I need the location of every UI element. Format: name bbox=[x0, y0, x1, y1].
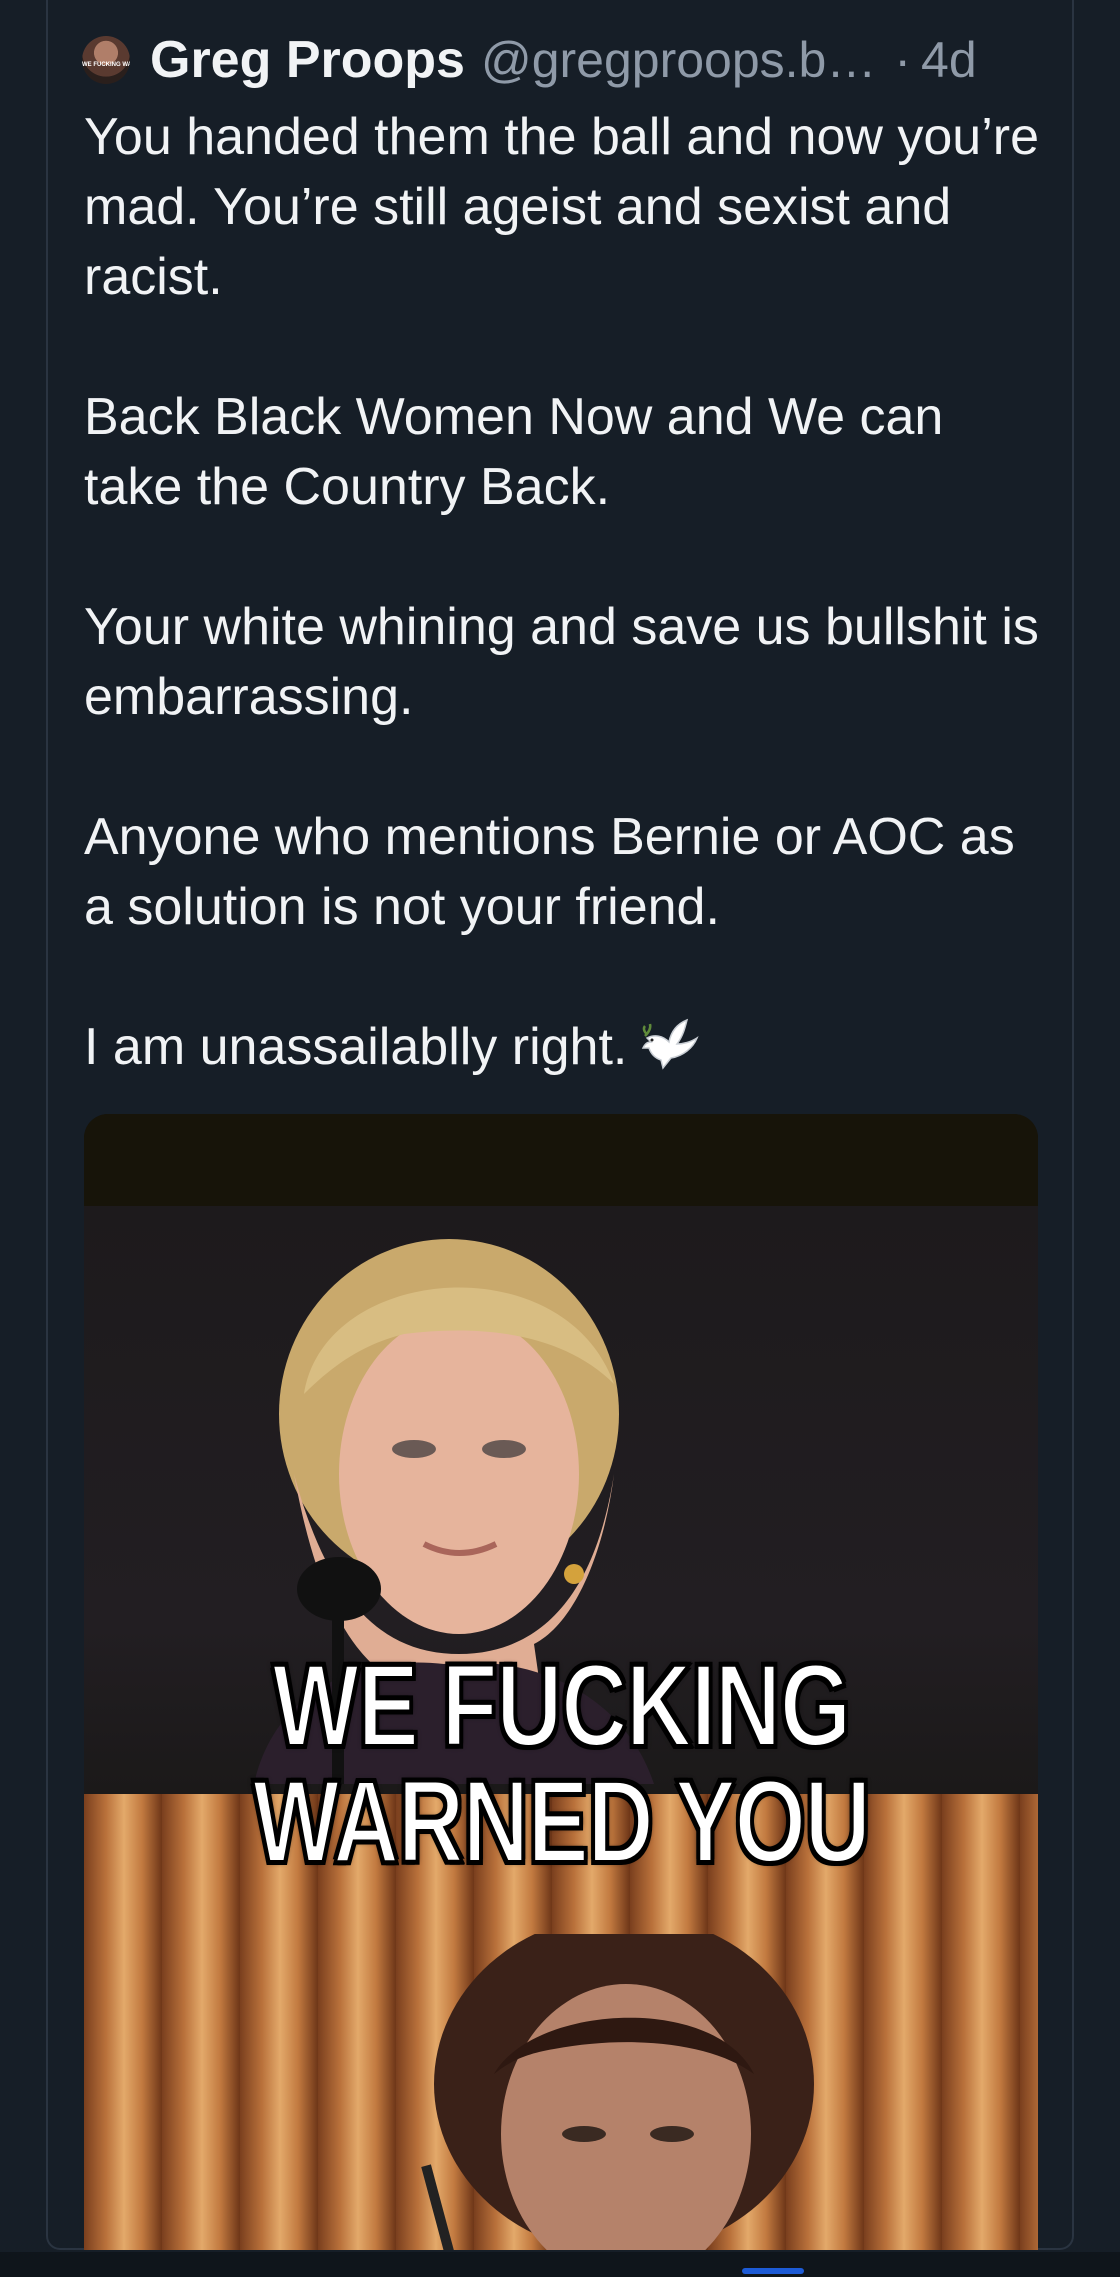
author-display-name[interactable]: Greg Proops bbox=[150, 30, 465, 90]
post-text: You handed them the ball and now you’re … bbox=[84, 102, 1044, 1082]
post-paragraph: Anyone who mentions Bernie or AOC as a s… bbox=[84, 808, 1015, 936]
portrait-figure-2 bbox=[421, 1934, 814, 2250]
avatar-text: WE FUCKING WARNED YOU bbox=[82, 62, 130, 68]
post-paragraph: You handed them the ball and now you’re … bbox=[84, 108, 1040, 306]
meme-caption-line-2: WARNED YOU bbox=[251, 1756, 873, 1888]
dove-icon bbox=[641, 1014, 701, 1074]
author-handle[interactable]: @gregproops.b… bbox=[481, 31, 876, 89]
post-header: WE FUCKING WARNED YOU Greg Proops @gregp… bbox=[82, 24, 1042, 96]
bottom-bar bbox=[0, 2252, 1120, 2277]
image-top-band bbox=[84, 1114, 1038, 1206]
post-timestamp[interactable]: 4d bbox=[921, 31, 977, 89]
post-image[interactable]: WE FUCKING WARNED YOU bbox=[84, 1114, 1038, 2250]
separator: · bbox=[894, 32, 912, 88]
avatar[interactable]: WE FUCKING WARNED YOU bbox=[82, 36, 130, 84]
post-paragraph: Back Black Women Now and We can take the… bbox=[84, 388, 944, 516]
meme-caption-line-1: WE FUCKING bbox=[271, 1640, 853, 1772]
post-paragraph: Your white whining and save us bullshit … bbox=[84, 598, 1039, 726]
post-paragraph-last: I am unassailablly right. bbox=[84, 1012, 1044, 1082]
post-paragraph-text: I am unassailablly right. bbox=[84, 1018, 628, 1076]
bottom-tab-indicator bbox=[742, 2268, 804, 2274]
